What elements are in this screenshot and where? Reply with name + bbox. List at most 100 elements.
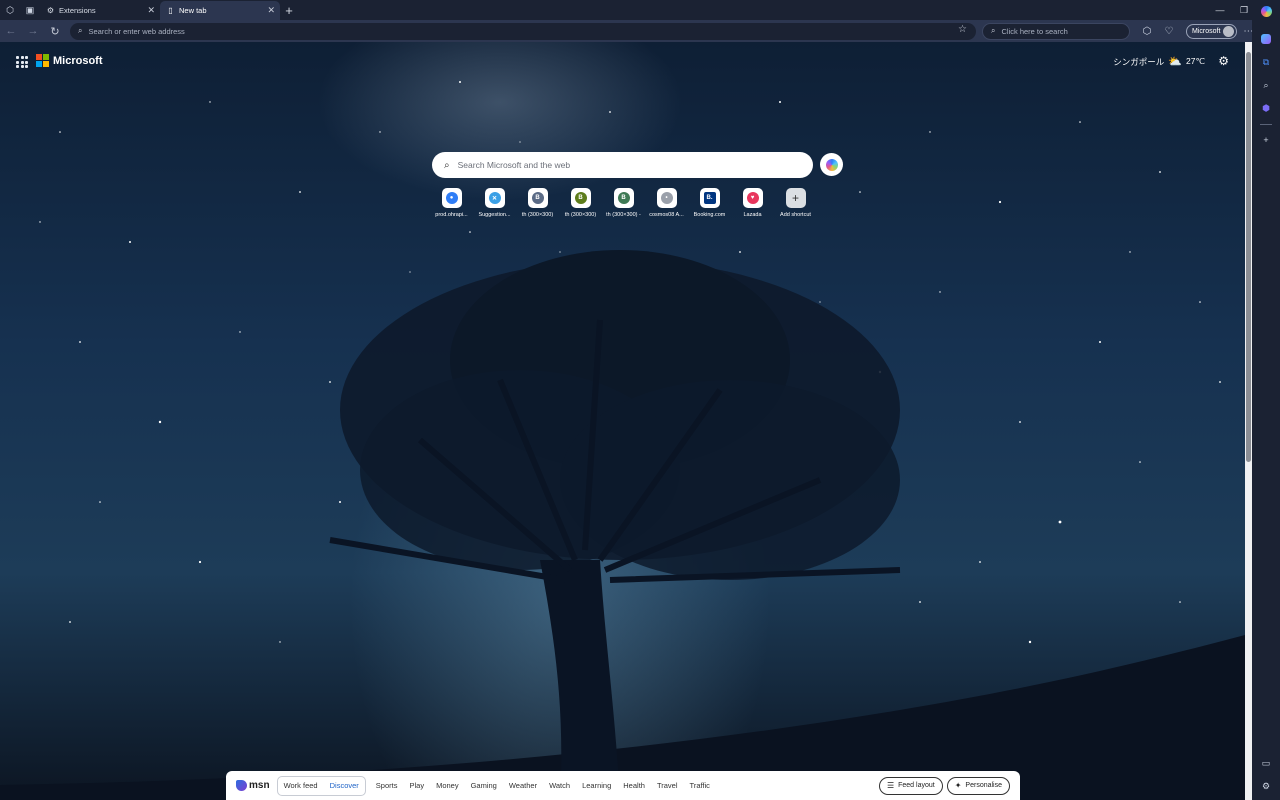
shortcut-label: cosmos08 A... — [649, 212, 684, 218]
shortcut-tile[interactable]: B th (300×300) — [559, 188, 602, 218]
tab-actions-icon[interactable]: ▣ — [20, 0, 40, 20]
tab-extensions[interactable]: ⚙ Extensions ✕ — [40, 1, 160, 20]
feed-item-watch[interactable]: Watch — [549, 781, 570, 790]
copilot-button[interactable] — [820, 153, 843, 176]
shortcut-tile[interactable]: B th (300×300) - — [602, 188, 645, 218]
shortcut-icon: ✕ — [484, 188, 505, 208]
new-tab-button[interactable]: + — [280, 1, 298, 20]
search-icon: ⌕ — [444, 159, 450, 171]
partly-cloudy-icon: ⛅ — [1168, 56, 1182, 68]
favorite-star-icon[interactable]: ☆ — [958, 24, 967, 35]
shortcut-label: prod.ohrapi... — [435, 212, 468, 218]
shortcut-label: Suggestion... — [478, 212, 511, 218]
work-feed-tab[interactable]: Work feed — [278, 781, 324, 790]
feed-item-health[interactable]: Health — [623, 781, 645, 790]
tab-title: New tab — [179, 6, 207, 15]
shortcut-tile[interactable]: ✕ Suggestion... — [473, 188, 516, 218]
shortcut-label: th (300×300) — [564, 212, 597, 218]
shortcut-icon: B. — [699, 188, 720, 208]
tab-new-tab[interactable]: ▯ New tab ✕ — [160, 1, 280, 20]
shortcut-label: th (300×300) — [521, 212, 554, 218]
shortcut-label: Add shortcut — [780, 212, 811, 218]
close-tab-icon[interactable]: ✕ — [267, 5, 275, 16]
page-settings-gear-icon[interactable]: ⚙ — [1218, 54, 1229, 68]
copilot-icon — [825, 158, 838, 171]
msn-feed-bar: msn Work feed Discover Sports Play Money… — [226, 771, 1020, 800]
search-icon: ⌕ — [78, 26, 83, 35]
forward-icon[interactable]: → — [22, 20, 44, 42]
feed-item-money[interactable]: Money — [436, 781, 459, 790]
minimize-icon[interactable]: — — [1208, 0, 1232, 20]
address-bar[interactable]: ⌕ Search or enter web address ☆ — [70, 22, 976, 40]
hide-sidebar-icon[interactable]: ▭ — [1258, 755, 1274, 771]
close-tab-icon[interactable]: ✕ — [147, 5, 155, 16]
shortcut-icon: • — [656, 188, 677, 208]
feed-item-play[interactable]: Play — [409, 781, 424, 790]
feed-layout-label: Feed layout — [898, 782, 935, 789]
feed-item-sports[interactable]: Sports — [376, 781, 398, 790]
shortcut-tile[interactable]: ♥ Lazada — [731, 188, 774, 218]
shortcut-tile[interactable]: B th (300×300) — [516, 188, 559, 218]
shortcut-label: th (300×300) - — [606, 212, 641, 218]
microsoft-logo-icon — [36, 54, 49, 67]
web-search-input[interactable]: ⌕ Search Microsoft and the web — [432, 152, 813, 178]
microsoft-logo[interactable]: Microsoft — [36, 54, 103, 67]
add-sidebar-app-icon[interactable]: + — [1258, 132, 1274, 148]
quick-links: ● prod.ohrapi... ✕ Suggestion... B th (3… — [430, 188, 817, 218]
extensions-icon: ⚙ — [46, 6, 55, 15]
msn-brand: msn — [249, 780, 270, 791]
search-placeholder: Search Microsoft and the web — [457, 160, 571, 170]
edge-sidebar: ⧉ ⌕ ⬢ + ▭ ⚙ — [1252, 5, 1280, 800]
copilot-sidebar-icon[interactable] — [1258, 3, 1274, 19]
page-scrollbar[interactable] — [1245, 42, 1252, 800]
msn-butterfly-icon — [236, 780, 247, 791]
new-tab-page: Microsoft シンガポール ⛅ 27℃ ⚙ ⌕ Search Micros… — [0, 42, 1245, 800]
weather-widget[interactable]: シンガポール ⛅ 27℃ — [1113, 55, 1205, 68]
refresh-icon[interactable]: ↻ — [44, 20, 66, 42]
page-icon: ▯ — [168, 6, 173, 15]
feed-actions: ☰ Feed layout ✦ Personalise — [875, 776, 1010, 795]
shortcut-icon: ● — [441, 188, 462, 208]
toolbar-search-box[interactable]: ⌕ Click here to search — [982, 22, 1130, 40]
feed-item-weather[interactable]: Weather — [509, 781, 537, 790]
personalise-button[interactable]: ✦ Personalise — [946, 776, 1010, 795]
tab-strip: ⬡ ▣ ⚙ Extensions ✕ ▯ New tab ✕ + — ❐ ✕ — [0, 0, 1280, 20]
feed-switcher: Work feed Discover — [276, 775, 366, 796]
shortcut-tile[interactable]: ● prod.ohrapi... — [430, 188, 473, 218]
workspaces-icon[interactable]: ⬡ — [0, 0, 20, 20]
extensions-puzzle-icon[interactable]: ⬡ — [1136, 20, 1158, 42]
feed-item-learning[interactable]: Learning — [582, 781, 611, 790]
scrollbar-thumb[interactable] — [1246, 52, 1251, 462]
copilot-app-icon[interactable] — [1258, 31, 1274, 47]
weather-temperature: 27℃ — [1185, 56, 1205, 66]
restore-icon[interactable]: ❐ — [1232, 0, 1256, 20]
feed-item-travel[interactable]: Travel — [657, 781, 678, 790]
shortcut-icon: ♥ — [742, 188, 763, 208]
search-icon[interactable]: ⌕ — [1258, 77, 1274, 93]
sliders-icon: ☰ — [886, 781, 895, 790]
tree-silhouette — [0, 250, 1245, 800]
discover-tab[interactable]: Discover — [324, 781, 365, 790]
feed-item-gaming[interactable]: Gaming — [471, 781, 497, 790]
feed-item-traffic[interactable]: Traffic — [690, 781, 710, 790]
msn-logo[interactable]: msn — [236, 780, 270, 791]
app-launcher-icon[interactable] — [16, 56, 28, 68]
personalise-label: Personalise — [965, 782, 1002, 789]
tab-title: Extensions — [59, 6, 96, 15]
plus-icon: + — [785, 188, 806, 208]
toolbar-search-placeholder: Click here to search — [1001, 26, 1068, 36]
profile-button[interactable]: Microsoft — [1186, 23, 1238, 39]
sparkle-icon: ✦ — [954, 781, 962, 790]
profile-name: Microsoft — [1192, 27, 1221, 35]
shortcut-tile[interactable]: • cosmos08 A... — [645, 188, 688, 218]
sidebar-settings-gear-icon[interactable]: ⚙ — [1258, 778, 1274, 794]
feed-layout-button[interactable]: ☰ Feed layout — [878, 776, 943, 795]
search-icon: ⌕ — [991, 26, 996, 35]
shortcut-tile[interactable]: B. Booking.com — [688, 188, 731, 218]
back-icon[interactable]: ← — [0, 20, 22, 42]
avatar — [1223, 25, 1235, 37]
browser-essentials-icon[interactable]: ♡ — [1158, 20, 1180, 42]
shield-icon[interactable]: ⬢ — [1258, 100, 1274, 116]
add-shortcut-button[interactable]: + Add shortcut — [774, 188, 817, 218]
translate-icon[interactable]: ⧉ — [1258, 54, 1274, 70]
